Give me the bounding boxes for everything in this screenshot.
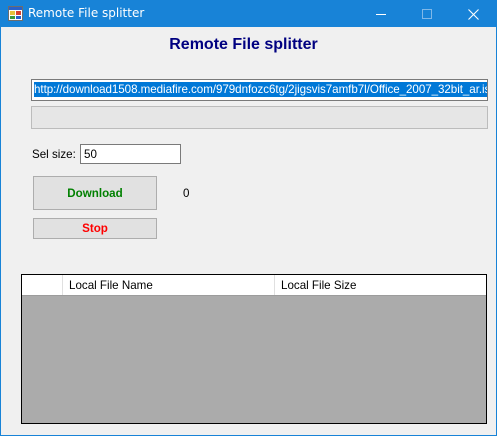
maximize-button[interactable] — [404, 1, 450, 27]
column-header-local-file-name[interactable]: Local File Name — [63, 275, 275, 295]
progress-counter: 0 — [183, 187, 190, 200]
maximize-icon — [422, 9, 432, 19]
files-grid[interactable]: Local File Name Local File Size — [21, 274, 487, 424]
sel-size-label: Sel size: — [32, 148, 76, 161]
minimize-button[interactable] — [358, 1, 404, 27]
url-selected-text: http://download1508.mediafire.com/979dnf… — [34, 82, 487, 97]
sel-size-input[interactable] — [80, 144, 181, 164]
url-input[interactable]: http://download1508.mediafire.com/979dnf… — [31, 79, 488, 101]
column-header-local-file-size[interactable]: Local File Size — [275, 275, 486, 295]
download-button[interactable]: Download — [33, 176, 157, 210]
app-window: Remote File splitter Remote File splitte… — [0, 0, 497, 436]
row-header-cell[interactable] — [22, 275, 63, 295]
stop-button[interactable]: Stop — [33, 218, 157, 239]
window-title: Remote File splitter — [28, 6, 145, 20]
close-button[interactable] — [450, 1, 496, 27]
title-bar[interactable]: Remote File splitter — [1, 1, 496, 27]
grid-header: Local File Name Local File Size — [22, 275, 486, 296]
download-progress-bar — [31, 106, 488, 129]
minimize-icon — [376, 14, 386, 15]
app-icon — [8, 6, 23, 21]
form-heading: Remote File splitter — [169, 36, 318, 53]
close-icon — [467, 8, 479, 20]
